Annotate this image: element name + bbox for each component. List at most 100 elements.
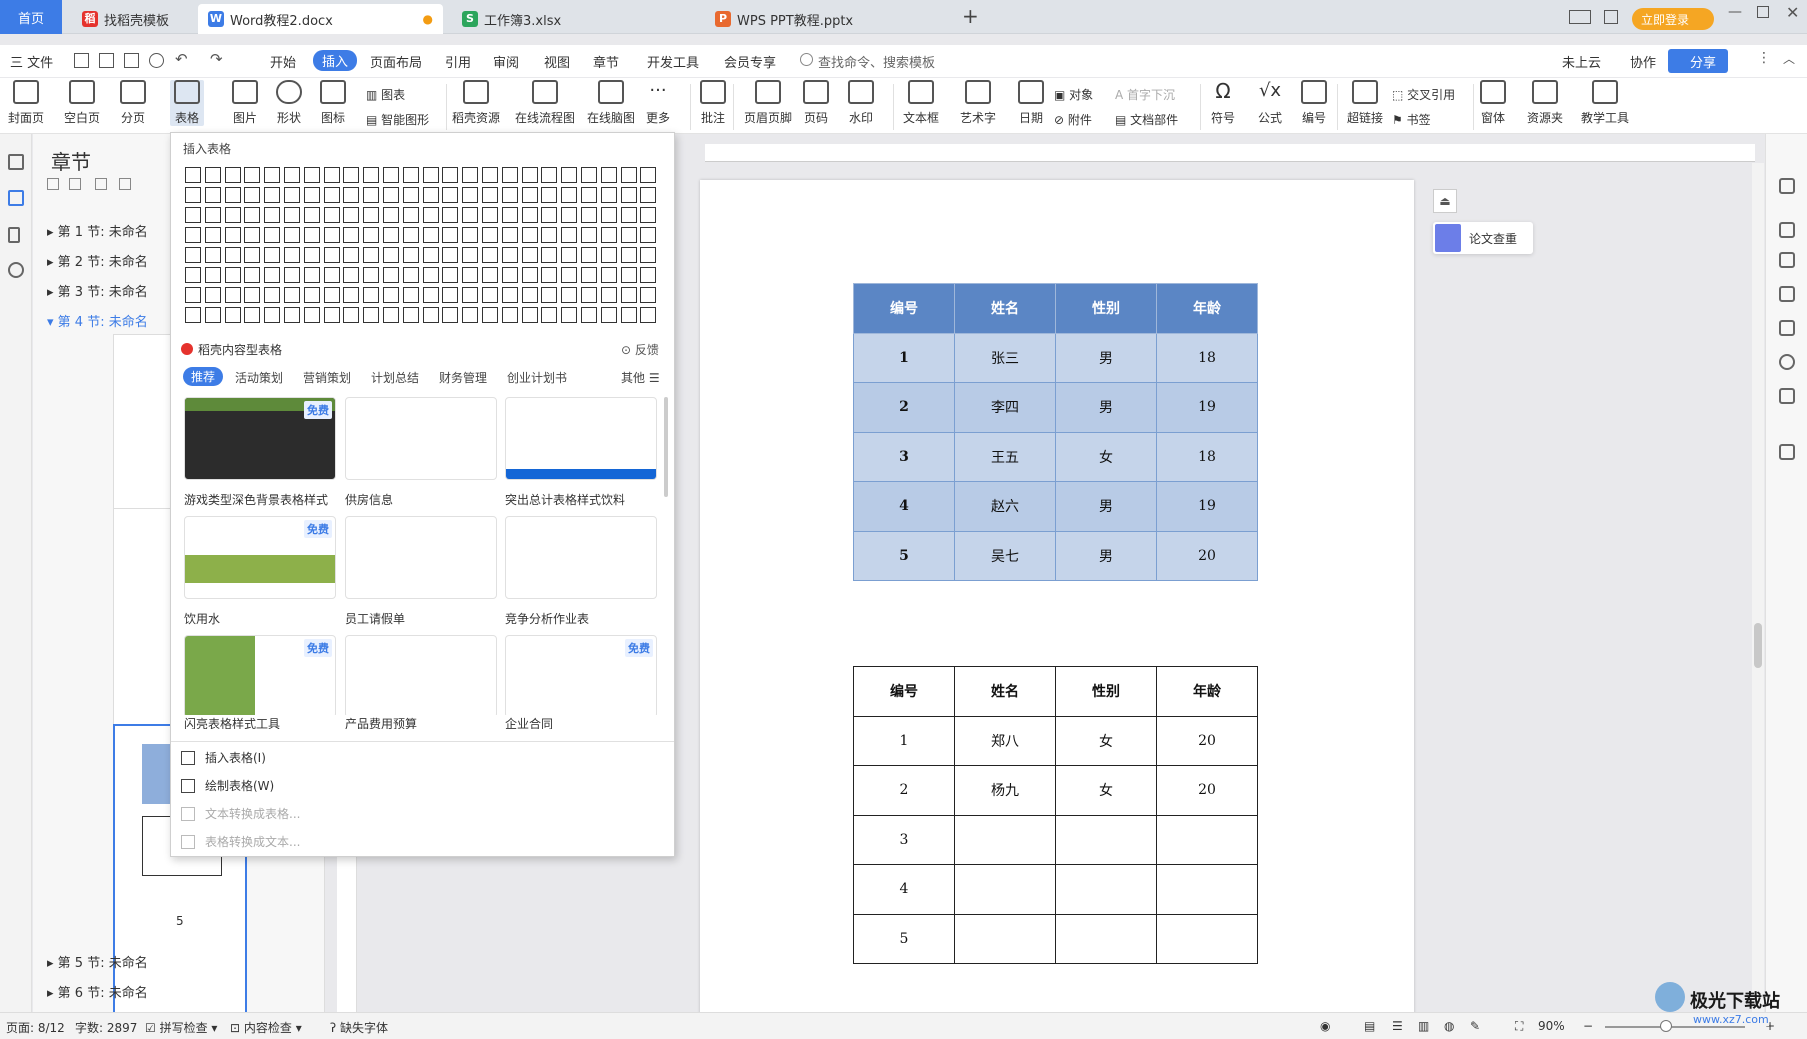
command-search[interactable]: 查找命令、搜索模板	[818, 52, 935, 71]
table-size-cell[interactable]	[581, 167, 597, 183]
table-size-cell[interactable]	[462, 167, 479, 183]
table-size-cell[interactable]	[442, 187, 459, 203]
table-size-cell[interactable]	[185, 267, 201, 283]
table-size-cell[interactable]	[323, 207, 340, 223]
table-size-cell[interactable]	[600, 267, 617, 283]
table-size-cell[interactable]	[561, 267, 578, 283]
table-size-cell[interactable]	[264, 207, 281, 223]
table-cell[interactable]	[1055, 913, 1157, 964]
export-pdf-icon[interactable]	[99, 53, 114, 68]
table-size-cell[interactable]	[224, 287, 241, 303]
hyperlink-button[interactable]: 超链接	[1347, 80, 1383, 126]
table-size-cell[interactable]	[422, 207, 439, 223]
menu-section[interactable]: 章节	[593, 52, 619, 71]
missing-font[interactable]: ʔ 缺失字体	[330, 1019, 388, 1036]
table-size-cell[interactable]	[501, 247, 518, 263]
table-size-cell[interactable]	[521, 207, 538, 223]
bookmark-button[interactable]: ⚑ 书签	[1392, 111, 1431, 128]
table-cell[interactable]: 18	[1156, 332, 1258, 383]
table-size-cell[interactable]	[521, 287, 538, 303]
table-size-cell[interactable]	[402, 247, 419, 263]
drop-cap-button[interactable]: A 首字下沉	[1115, 86, 1175, 103]
chart-button[interactable]: ▥ 图表	[366, 86, 405, 103]
write-mode-icon[interactable]: ✎	[1470, 1019, 1480, 1033]
formula-button[interactable]: √x 公式	[1257, 80, 1283, 126]
table-size-cell[interactable]	[581, 287, 597, 303]
preview-icon[interactable]	[149, 53, 164, 68]
table-size-cell[interactable]	[422, 187, 439, 203]
eye-protection-icon[interactable]: ◉	[1320, 1019, 1330, 1033]
table-size-cell[interactable]	[620, 167, 637, 183]
table-size-cell[interactable]	[383, 267, 399, 283]
table-size-cell[interactable]	[462, 267, 479, 283]
table-size-cell[interactable]	[501, 287, 518, 303]
daoke-resource-button[interactable]: 稻壳资源	[452, 80, 500, 126]
table-size-cell[interactable]	[185, 287, 201, 303]
template-card[interactable]: 免费	[184, 635, 336, 718]
print-icon[interactable]	[124, 53, 139, 68]
table-size-cell[interactable]	[521, 227, 538, 243]
table-size-cell[interactable]	[422, 247, 439, 263]
table-size-cell[interactable]	[383, 307, 399, 323]
table-size-cell[interactable]	[383, 287, 399, 303]
table-size-cell[interactable]	[462, 287, 479, 303]
table-size-cell[interactable]	[323, 167, 340, 183]
template-card[interactable]: 免费	[184, 516, 336, 599]
table-size-cell[interactable]	[204, 267, 221, 283]
table-size-cell[interactable]	[442, 207, 459, 223]
table-to-text-menu-item[interactable]: 表格转换成文本...	[181, 833, 300, 850]
table-size-cell[interactable]	[620, 227, 637, 243]
table-cell[interactable]: 4	[853, 864, 955, 915]
save-icon[interactable]	[74, 53, 89, 68]
header-cell[interactable]: 姓名	[954, 666, 1056, 717]
table-size-cell[interactable]	[284, 307, 300, 323]
table-size-cell[interactable]	[383, 167, 399, 183]
textbox-button[interactable]: 文本框	[903, 80, 939, 126]
table-size-cell[interactable]	[224, 267, 241, 283]
image-button[interactable]: 图片	[232, 80, 258, 126]
rocket-icon[interactable]	[1779, 178, 1795, 194]
table-size-cell[interactable]	[323, 307, 340, 323]
table-size-cell[interactable]	[462, 307, 479, 323]
table-cell[interactable]: 女	[1055, 765, 1157, 816]
menu-vip[interactable]: 会员专享	[724, 52, 776, 71]
template-card[interactable]	[505, 397, 657, 480]
table-cell[interactable]: 2	[853, 382, 955, 433]
table-cell[interactable]: 1	[853, 715, 955, 766]
table-cell[interactable]: 5	[853, 530, 955, 581]
table-size-cell[interactable]	[561, 287, 578, 303]
table-size-cell[interactable]	[482, 247, 498, 263]
table-size-cell[interactable]	[482, 187, 498, 203]
menu-reference[interactable]: 引用	[445, 52, 471, 71]
table-size-cell[interactable]	[402, 287, 419, 303]
table-size-cell[interactable]	[383, 207, 399, 223]
comment-button[interactable]: 批注	[700, 80, 726, 126]
template-scrollbar[interactable]	[664, 397, 668, 497]
table-size-cell[interactable]	[561, 247, 578, 263]
tab-daoke[interactable]: 稻找稻壳模板	[72, 4, 184, 34]
table-size-cell[interactable]	[224, 307, 241, 323]
table-size-cell[interactable]	[303, 287, 320, 303]
cloud-status[interactable]: 未上云	[1562, 52, 1601, 71]
table-size-cell[interactable]	[284, 227, 300, 243]
table-size-cell[interactable]	[284, 167, 300, 183]
table-cell[interactable]	[1156, 913, 1258, 964]
table-size-cell[interactable]	[442, 167, 459, 183]
table-size-cell[interactable]	[402, 267, 419, 283]
table-size-cell[interactable]	[462, 227, 479, 243]
header-cell[interactable]: 年龄	[1156, 283, 1258, 334]
table-size-cell[interactable]	[244, 227, 261, 243]
table-size-cell[interactable]	[482, 307, 498, 323]
table-size-cell[interactable]	[383, 227, 399, 243]
web-view-icon[interactable]: ◍	[1444, 1019, 1454, 1033]
table-size-cell[interactable]	[541, 307, 558, 323]
undo-icon[interactable]: ↶	[175, 50, 188, 68]
table-size-cell[interactable]	[402, 207, 419, 223]
form-button[interactable]: 窗体	[1480, 80, 1506, 126]
table-cell[interactable]: 1	[853, 332, 955, 383]
table-cell[interactable]: 男	[1055, 530, 1157, 581]
table-size-cell[interactable]	[224, 167, 241, 183]
content-check[interactable]: ⊡ 内容检查 ▾	[230, 1019, 302, 1036]
table-size-cell[interactable]	[442, 307, 459, 323]
table-size-cell[interactable]	[303, 207, 320, 223]
